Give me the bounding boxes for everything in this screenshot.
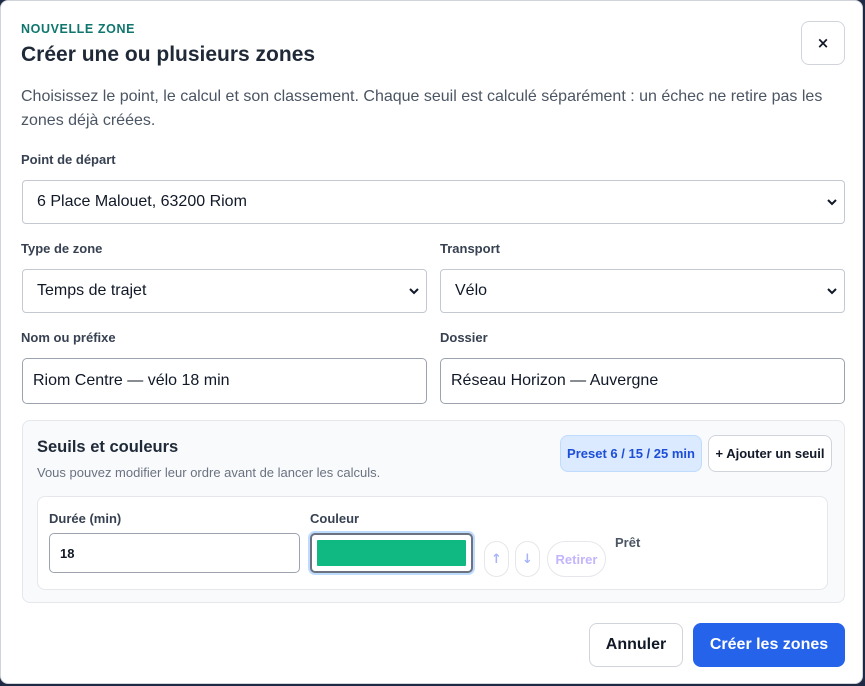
chevron-down-icon <box>409 288 419 295</box>
name-input[interactable]: Riom Centre — vélo 18 min <box>22 358 427 404</box>
duration-label: Durée (min) <box>49 511 122 526</box>
close-button[interactable]: × <box>801 21 845 65</box>
thresholds-title: Seuils et couleurs <box>37 438 179 456</box>
threshold-status: Prêt <box>615 535 641 550</box>
zone-type-select[interactable]: Temps de trajet <box>22 269 427 313</box>
zone-type-value: Temps de trajet <box>37 282 147 299</box>
thresholds-subtitle: Vous pouvez modifier leur ordre avant de… <box>37 465 381 480</box>
move-up-button[interactable]: ↑ <box>484 541 509 577</box>
threshold-row: Durée (min) 18 Couleur ↑ ↓ Retirer Prêt <box>37 496 828 590</box>
preset-button[interactable]: Preset 6 / 15 / 25 min <box>560 435 702 472</box>
dialog-intro: Choisissez le point, le calcul et son cl… <box>21 88 823 129</box>
dialog-eyebrow: NOUVELLE ZONE <box>21 22 136 36</box>
chevron-down-icon <box>827 199 837 206</box>
duration-input[interactable]: 18 <box>49 533 300 573</box>
transport-select[interactable]: Vélo <box>440 269 845 313</box>
color-swatch <box>317 540 466 566</box>
color-picker[interactable] <box>310 533 473 573</box>
folder-label: Dossier <box>440 330 488 345</box>
create-zones-button[interactable]: Créer les zones <box>693 623 845 667</box>
name-label: Nom ou préfixe <box>21 330 116 345</box>
start-point-select[interactable]: 6 Place Malouet, 63200 Riom <box>22 180 845 224</box>
folder-value: Réseau Horizon — Auvergne <box>451 372 659 389</box>
thresholds-panel: Seuils et couleurs Vous pouvez modifier … <box>22 420 845 603</box>
dialog-title: Créer une ou plusieurs zones <box>21 43 316 66</box>
remove-threshold-button[interactable]: Retirer <box>547 541 606 577</box>
transport-value: Vélo <box>455 282 488 299</box>
chevron-down-icon <box>827 288 837 295</box>
start-point-value: 6 Place Malouet, 63200 Riom <box>37 193 247 210</box>
move-down-button[interactable]: ↓ <box>515 541 540 577</box>
duration-value: 18 <box>60 545 75 561</box>
folder-input[interactable]: Réseau Horizon — Auvergne <box>440 358 845 404</box>
arrow-up-icon: ↑ <box>491 551 502 567</box>
create-zones-dialog: NOUVELLE ZONE Créer une ou plusieurs zon… <box>0 0 863 684</box>
transport-label: Transport <box>440 241 500 256</box>
name-value: Riom Centre — vélo 18 min <box>33 372 230 389</box>
color-label: Couleur <box>310 511 360 526</box>
arrow-down-icon: ↓ <box>522 551 533 567</box>
cancel-button[interactable]: Annuler <box>589 623 683 667</box>
close-icon: × <box>816 34 830 52</box>
start-point-label: Point de départ <box>21 152 116 167</box>
zone-type-label: Type de zone <box>21 241 103 256</box>
add-threshold-button[interactable]: + Ajouter un seuil <box>708 435 832 472</box>
